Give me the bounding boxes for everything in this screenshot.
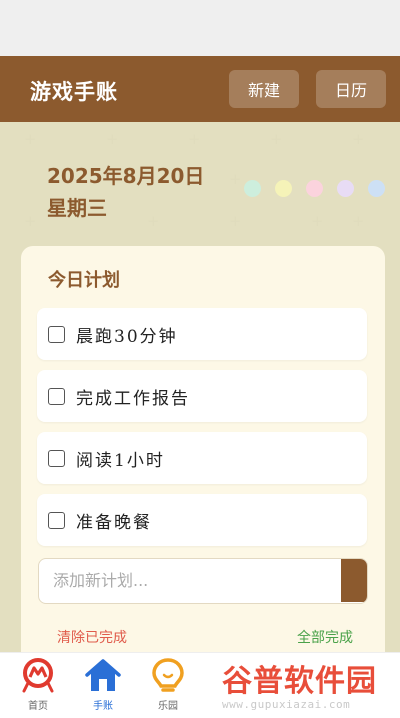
pattern-plus-icon: + (24, 130, 37, 148)
pattern-plus-icon: + (229, 212, 242, 230)
status-bar (0, 0, 400, 56)
task-checkbox[interactable] (48, 325, 65, 343)
pattern-plus-icon: + (311, 212, 324, 230)
task-label: 阅读1小时 (76, 450, 165, 471)
task-item[interactable]: 晨跑30分钟 (37, 308, 367, 360)
lightbulb-icon (151, 657, 185, 699)
pattern-plus-icon: + (147, 212, 160, 230)
complete-all-link[interactable]: 全部完成 (297, 627, 353, 647)
pattern-plus-icon: + (188, 130, 201, 148)
task-checkbox[interactable] (48, 449, 65, 467)
theme-dot-pink[interactable] (306, 180, 323, 197)
tab-park-label: 乐园 (158, 701, 178, 712)
theme-dot-yellow[interactable] (275, 180, 292, 197)
pattern-plus-icon: + (352, 212, 365, 230)
task-checkbox[interactable] (48, 511, 65, 529)
theme-dot-mint[interactable] (244, 180, 261, 197)
app-title: 游戏手账 (30, 80, 118, 104)
app-bar: 游戏手账 新建 日历 (0, 56, 400, 122)
site-watermark: 谷普软件园 www.gupuxiazai.com (218, 656, 398, 714)
house-icon (84, 657, 122, 699)
pattern-plus-icon: + (270, 130, 283, 148)
tab-home[interactable]: 首页 (13, 653, 63, 718)
plan-title: 今日计划 (48, 270, 120, 291)
pattern-plus-icon: + (352, 130, 365, 148)
pattern-plus-icon: + (24, 212, 37, 230)
home-brand-icon (20, 657, 56, 699)
new-button[interactable]: 新建 (229, 70, 299, 108)
tab-park[interactable]: 乐园 (143, 653, 193, 718)
current-weekday: 星期三 (47, 196, 107, 220)
new-plan-input[interactable] (39, 559, 341, 602)
clear-completed-link[interactable]: 清除已完成 (57, 627, 127, 647)
theme-dot-lavender[interactable] (337, 180, 354, 197)
new-plan-input-group (38, 558, 368, 604)
main-content: + + + + + + + + + + + + 2025年8月20日 星期三 今… (0, 122, 400, 652)
task-item[interactable]: 阅读1小时 (37, 432, 367, 484)
task-label: 准备晚餐 (76, 512, 152, 533)
current-date: 2025年8月20日 (47, 164, 205, 188)
task-label: 完成工作报告 (76, 388, 190, 409)
task-item[interactable]: 准备晚餐 (37, 494, 367, 546)
add-plan-button[interactable] (341, 559, 367, 602)
pattern-plus-icon: + (229, 170, 242, 188)
watermark-url: www.gupuxiazai.com (222, 698, 351, 711)
calendar-button[interactable]: 日历 (316, 70, 386, 108)
tab-notebook[interactable]: 手账 (78, 653, 128, 718)
tab-notebook-label: 手账 (93, 701, 113, 712)
task-label: 晨跑30分钟 (76, 326, 178, 347)
theme-dot-blue[interactable] (368, 180, 385, 197)
task-item[interactable]: 完成工作报告 (37, 370, 367, 422)
pattern-plus-icon: + (106, 130, 119, 148)
theme-color-picker (244, 180, 385, 197)
plan-card: 今日计划 晨跑30分钟 完成工作报告 阅读1小时 准备晚餐 清除已完成 全部完成 (21, 246, 385, 652)
tab-home-label: 首页 (28, 701, 48, 712)
watermark-title: 谷普软件园 (222, 664, 377, 699)
task-checkbox[interactable] (48, 387, 65, 405)
